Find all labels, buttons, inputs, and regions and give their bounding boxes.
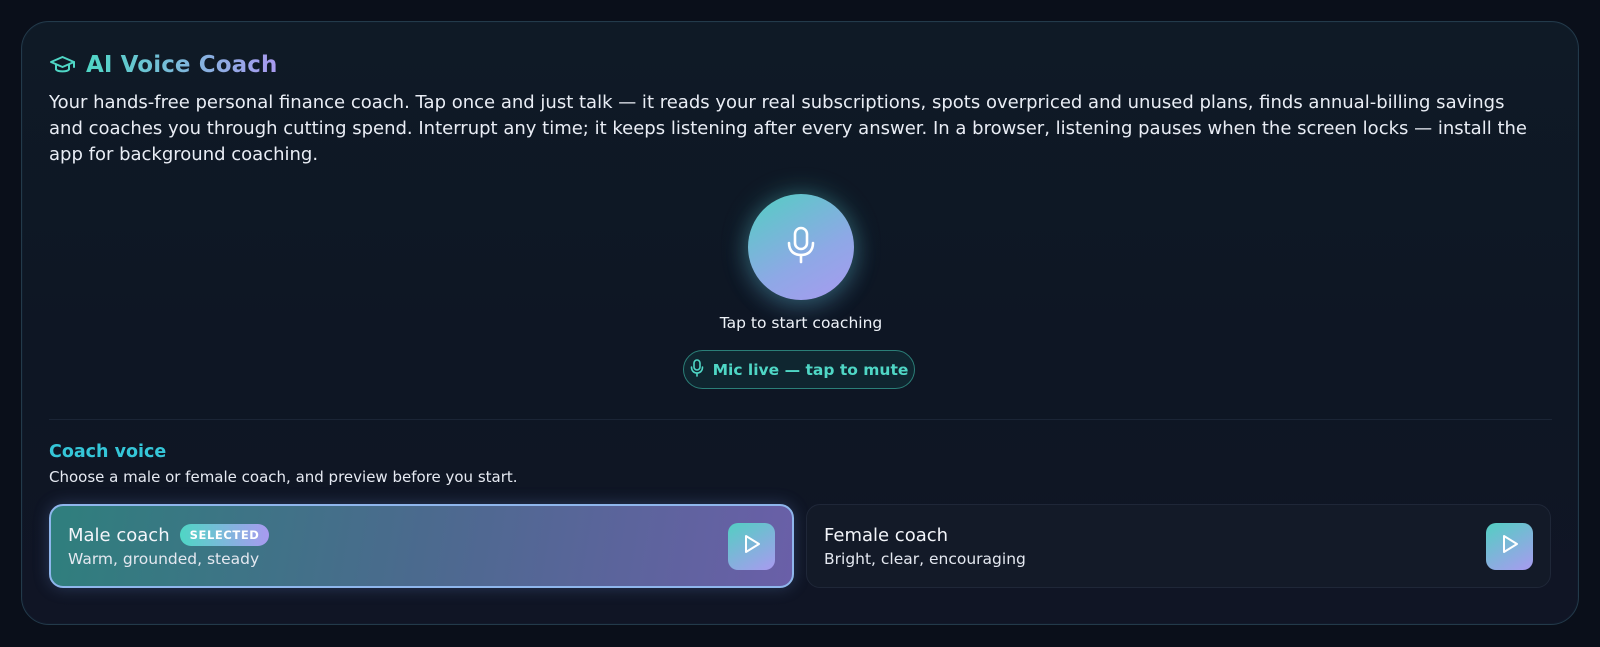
start-coaching-button[interactable] — [748, 194, 854, 300]
graduation-cap-icon — [49, 54, 76, 76]
card-header: AI Voice Coach — [49, 52, 277, 78]
microphone-icon — [690, 358, 704, 381]
female-preview-play-button[interactable] — [1486, 522, 1533, 570]
page-title: AI Voice Coach — [86, 52, 278, 78]
mic-mute-toggle[interactable]: Mic live — tap to mute — [683, 350, 915, 389]
coach-voice-subtitle: Choose a male or female coach, and previ… — [49, 468, 518, 486]
coach-description: Your hands-free personal finance coach. … — [49, 92, 1527, 165]
male-coach-text: Male coach SELECTED Warm, grounded, stea… — [68, 524, 728, 568]
female-coach-name: Female coach — [824, 524, 949, 546]
male-preview-play-button[interactable] — [728, 522, 775, 570]
selected-badge: SELECTED — [179, 524, 270, 546]
male-coach-description: Warm, grounded, steady — [68, 550, 260, 568]
female-coach-name-row: Female coach — [824, 525, 1486, 546]
play-icon — [1501, 534, 1519, 558]
male-coach-option[interactable]: Male coach SELECTED Warm, grounded, stea… — [49, 504, 794, 588]
coach-voice-heading: Coach voice — [49, 442, 167, 462]
voice-coach-card: AI Voice Coach Your hands-free personal … — [21, 21, 1579, 625]
male-coach-name: Male coach — [68, 524, 170, 546]
start-coaching-label: Tap to start coaching — [719, 314, 883, 332]
female-coach-description: Bright, clear, encouraging — [824, 549, 1026, 568]
mic-mute-label: Mic live — tap to mute — [712, 360, 909, 379]
female-coach-option[interactable]: Female coach Bright, clear, encouraging — [806, 504, 1551, 588]
play-icon — [743, 534, 761, 558]
male-coach-name-row: Male coach SELECTED — [68, 524, 728, 546]
microphone-icon — [784, 226, 818, 268]
female-coach-text: Female coach Bright, clear, encouraging — [824, 525, 1486, 568]
section-divider — [49, 419, 1552, 420]
